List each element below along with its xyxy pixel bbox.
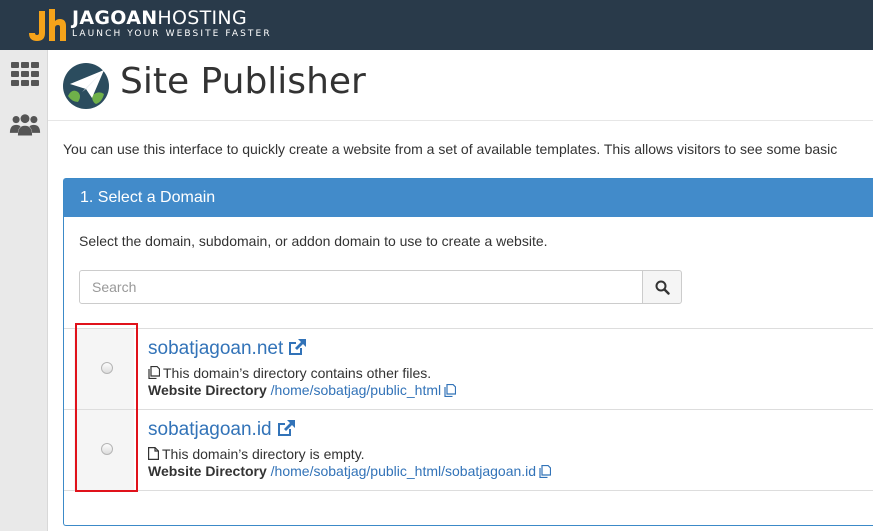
external-link-icon[interactable] [276,419,296,437]
brand-tagline: LAUNCH YOUR WEBSITE FASTER [72,29,272,39]
domain-row: sobatjagoan.net This domain’s directory … [64,329,873,410]
website-directory-path[interactable]: /home/sobatjag/public_html/sobatjagoan.i… [271,463,536,479]
page-title: Site Publisher [120,61,366,102]
website-directory: Website Directory /home/sobatjag/public_… [148,382,457,398]
users-icon[interactable] [9,110,41,138]
search-button[interactable] [642,270,682,304]
search-group [79,270,683,305]
copy-path-icon[interactable] [444,383,457,398]
external-link-icon[interactable] [287,338,307,356]
domain-name[interactable]: sobatjagoan.net [148,338,283,359]
jagoanhosting-logo-icon[interactable] [26,7,68,43]
grid-icon[interactable] [9,60,41,88]
domain-link[interactable]: sobatjagoan.id [148,419,296,441]
search-icon [655,280,670,295]
site-publisher-icon [63,63,109,109]
main-content: Site Publisher You can use this interfac… [48,50,873,531]
website-directory-label: Website Directory [148,382,267,398]
copy-path-icon[interactable] [539,464,552,479]
panel-description: Select the domain, subdomain, or addon d… [79,233,548,249]
website-directory-label: Website Directory [148,463,267,479]
brand-name[interactable]: JAGOANHOSTING [72,7,247,29]
sidebar [0,50,48,531]
top-bar: JAGOANHOSTING LAUNCH YOUR WEBSITE FASTER [0,0,873,50]
select-domain-panel: 1. Select a Domain Select the domain, su… [63,178,873,526]
domain-status: This domain’s directory is empty. [148,446,365,462]
domain-link[interactable]: sobatjagoan.net [148,338,307,360]
copy-files-icon [148,365,161,380]
domain-status-text: This domain’s directory contains other f… [163,365,432,381]
page-intro: You can use this interface to quickly cr… [63,141,838,157]
highlight-annotation [75,323,138,492]
title-divider [48,120,873,121]
website-directory-path[interactable]: /home/sobatjag/public_html [271,382,441,398]
domain-row: sobatjagoan.id This domain’s directory i… [64,410,873,491]
empty-file-icon [148,447,159,460]
domain-name[interactable]: sobatjagoan.id [148,419,272,440]
domain-status: This domain’s directory contains other f… [148,365,431,381]
panel-heading: 1. Select a Domain [64,179,873,217]
website-directory: Website Directory /home/sobatjag/public_… [148,463,552,479]
domain-list: sobatjagoan.net This domain’s directory … [64,328,873,491]
domain-status-text: This domain’s directory is empty. [162,446,365,462]
search-input[interactable] [79,270,643,304]
